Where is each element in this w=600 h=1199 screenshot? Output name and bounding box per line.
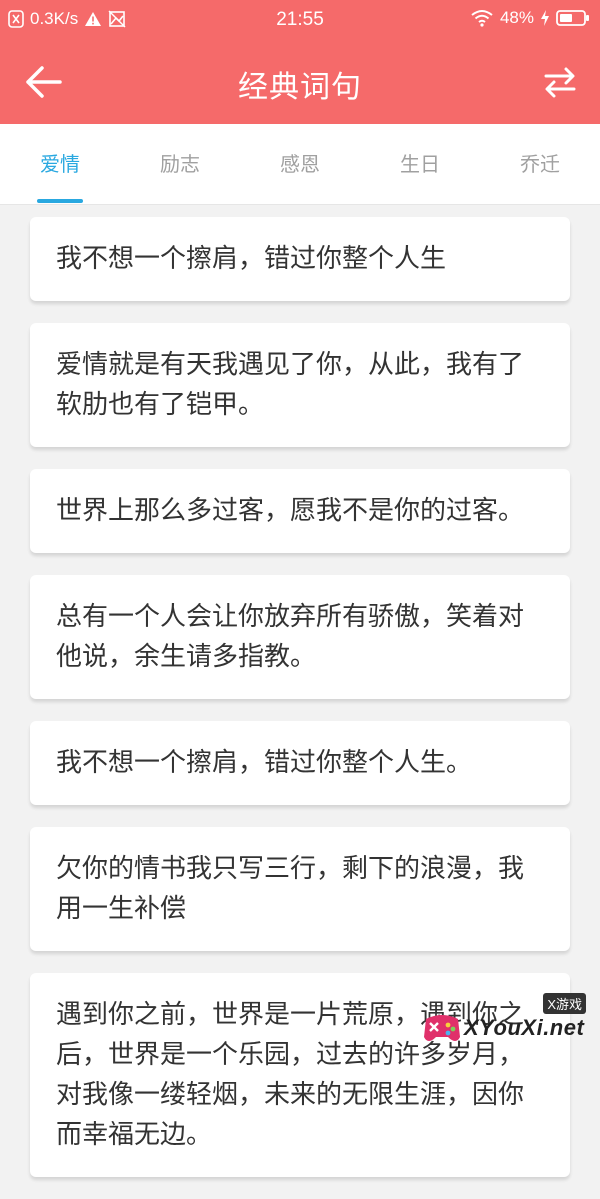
status-right: 48% <box>470 8 590 28</box>
quote-card[interactable]: 总有一个人会让你放弃所有骄傲，笑着对他说，余生请多指教。 <box>30 575 570 699</box>
quote-card[interactable]: 我不想一个擦肩，错过你整个人生 <box>30 217 570 301</box>
switch-icon[interactable] <box>540 62 580 102</box>
gamepad-logo-icon <box>420 1007 464 1051</box>
page-title: 经典词句 <box>0 62 600 106</box>
quote-card[interactable]: 我不想一个擦肩，错过你整个人生。 <box>30 721 570 805</box>
tab-indicator <box>37 199 83 203</box>
tab-label: 生日 <box>400 152 440 176</box>
charging-icon <box>540 10 550 26</box>
quote-card[interactable]: 欠你的情书我只写三行，剩下的浪漫，我用一生补偿 <box>30 827 570 951</box>
status-bar: 0.3K/s 21:55 48% <box>0 0 600 40</box>
quote-card[interactable]: 爱情就是有天我遇见了你，从此，我有了软肋也有了铠甲。 <box>30 323 570 447</box>
watermark-site: XYouXi.net <box>464 1015 584 1041</box>
tab-gratitude[interactable]: 感恩 <box>240 124 360 204</box>
app-bar: 经典词句 <box>0 40 600 124</box>
wifi-icon <box>470 9 494 27</box>
tab-inspiration[interactable]: 励志 <box>120 124 240 204</box>
tab-label: 爱情 <box>40 152 80 176</box>
tab-love[interactable]: 爱情 <box>0 124 120 204</box>
tab-label: 乔迁 <box>520 152 560 176</box>
tab-label: 励志 <box>160 152 200 176</box>
watermark-tag: X游戏 <box>543 993 586 1014</box>
tab-housewarming[interactable]: 乔迁 <box>480 124 600 204</box>
battery-icon <box>556 9 590 27</box>
tab-birthday[interactable]: 生日 <box>360 124 480 204</box>
watermark: X游戏 XYouXi.net <box>416 993 592 1059</box>
tab-label: 感恩 <box>280 152 320 176</box>
quote-card[interactable]: 世界上那么多过客，愿我不是你的过客。 <box>30 469 570 553</box>
battery-percent: 48% <box>500 8 534 28</box>
category-tabs: 爱情 励志 感恩 生日 乔迁 <box>0 124 600 205</box>
